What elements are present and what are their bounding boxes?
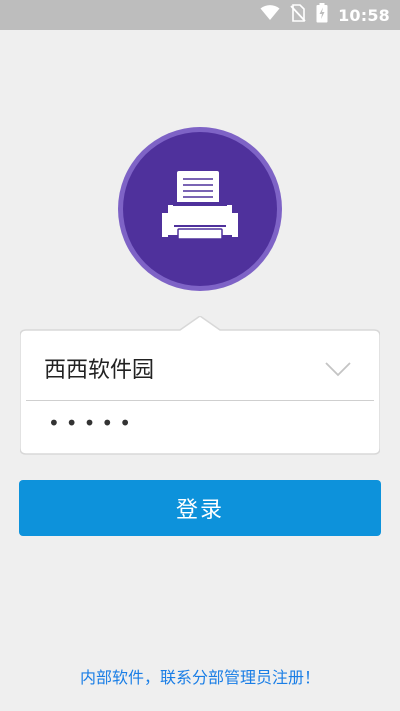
status-icons: 10:58 <box>260 0 390 30</box>
login-card: 西西软件园 ••••• <box>20 316 380 456</box>
account-field[interactable]: 西西软件园 <box>20 330 380 400</box>
chevron-down-icon[interactable] <box>324 360 352 378</box>
app-logo-inner <box>123 132 277 286</box>
login-button[interactable]: 登录 <box>19 480 381 536</box>
status-bar: 10:58 <box>0 0 400 30</box>
battery-charging-icon <box>316 3 328 27</box>
account-value: 西西软件园 <box>44 358 155 383</box>
footer-note: 内部软件，联系分部管理员注册！ <box>79 668 320 687</box>
app-logo <box>118 127 282 291</box>
wifi-icon <box>260 5 280 25</box>
password-masked-value: ••••• <box>48 411 137 435</box>
no-sim-icon <box>290 4 306 26</box>
printer-icon <box>160 169 240 249</box>
status-time: 10:58 <box>338 5 390 25</box>
password-field[interactable]: ••••• <box>20 401 380 453</box>
